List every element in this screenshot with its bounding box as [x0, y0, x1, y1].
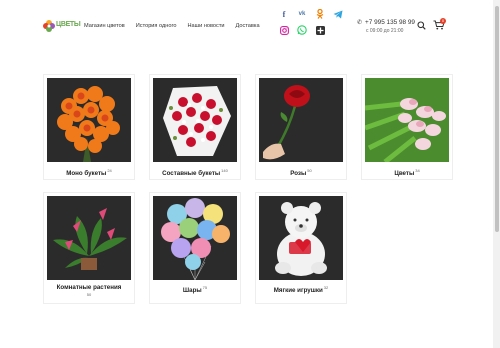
vk-icon[interactable]: vk: [297, 9, 307, 19]
category-name: Мягкие игрушки: [273, 287, 323, 294]
category-card-house-plants[interactable]: Комнатные растения 50: [43, 192, 135, 304]
gallery-icon[interactable]: [315, 25, 325, 35]
site-header: ЦВЕТЫ Магазин цветов История одного Наши…: [0, 0, 493, 52]
category-title: Шары75: [150, 284, 240, 295]
logo-text: ЦВЕТЫ: [56, 21, 81, 28]
category-image: [47, 196, 131, 280]
phone-number: +7 995 135 98 99: [365, 19, 415, 26]
category-card-balloons[interactable]: Шары75: [149, 192, 241, 304]
telegram-icon[interactable]: [333, 9, 343, 19]
category-title: Моно букеты24: [44, 167, 134, 178]
nav-flower-shop[interactable]: Магазин цветов: [84, 23, 125, 29]
odnoklassniki-icon[interactable]: [315, 9, 325, 19]
category-image: [259, 196, 343, 280]
category-count: 75: [202, 285, 208, 290]
cart-count-badge: 0: [440, 18, 446, 24]
nav-story[interactable]: История одного: [136, 23, 177, 29]
page-scrollbar[interactable]: [493, 0, 500, 348]
instagram-icon[interactable]: [279, 25, 289, 35]
category-title: Мягкие игрушки32: [256, 284, 346, 295]
category-name: Розы: [290, 170, 307, 177]
category-card-mono-bouquets[interactable]: Моно букеты24: [43, 74, 135, 180]
category-count: 32: [323, 285, 329, 290]
social-links: f vk: [279, 9, 349, 35]
category-count: 34: [415, 168, 420, 173]
working-hours: с 09:00 до 21:00: [366, 28, 404, 34]
category-count: 140: [221, 168, 228, 173]
category-image: [153, 78, 237, 162]
category-image: [153, 196, 237, 280]
category-name: Составные букеты: [162, 170, 221, 177]
category-image: [259, 78, 343, 162]
whatsapp-icon[interactable]: [297, 25, 307, 35]
category-name: Цветы: [394, 170, 415, 177]
category-title: Составные букеты140: [150, 167, 240, 178]
category-count: 50: [307, 168, 312, 173]
category-name: Комнатные растения: [56, 284, 122, 291]
category-card-roses[interactable]: Розы50: [255, 74, 347, 180]
phone-link[interactable]: ✆ +7 995 135 98 99: [357, 19, 415, 26]
category-count: 50: [86, 292, 92, 297]
category-card-composite-bouquets[interactable]: Составные букеты140: [149, 74, 241, 180]
category-title: Розы50: [256, 167, 346, 178]
main-nav: Магазин цветов История одного Наши новос…: [84, 23, 271, 29]
site-logo[interactable]: ЦВЕТЫ: [42, 18, 81, 34]
flower-logo-icon: [43, 20, 55, 32]
category-name: Моно букеты: [66, 170, 107, 177]
category-image: [47, 78, 131, 162]
category-card-flowers[interactable]: Цветы34: [361, 74, 453, 180]
facebook-icon[interactable]: f: [279, 9, 289, 19]
category-name: Шары: [182, 287, 202, 294]
nav-delivery[interactable]: Доставка: [236, 23, 260, 29]
scrollbar-thumb[interactable]: [494, 6, 499, 232]
category-count: 24: [107, 168, 112, 173]
category-title: Цветы34: [362, 167, 452, 178]
category-card-soft-toys[interactable]: Мягкие игрушки32: [255, 192, 347, 304]
nav-news[interactable]: Наши новости: [188, 23, 225, 29]
category-image: [365, 78, 449, 162]
search-icon[interactable]: [417, 21, 426, 30]
phone-icon: ✆: [357, 20, 363, 26]
category-title: Комнатные растения: [44, 284, 134, 292]
